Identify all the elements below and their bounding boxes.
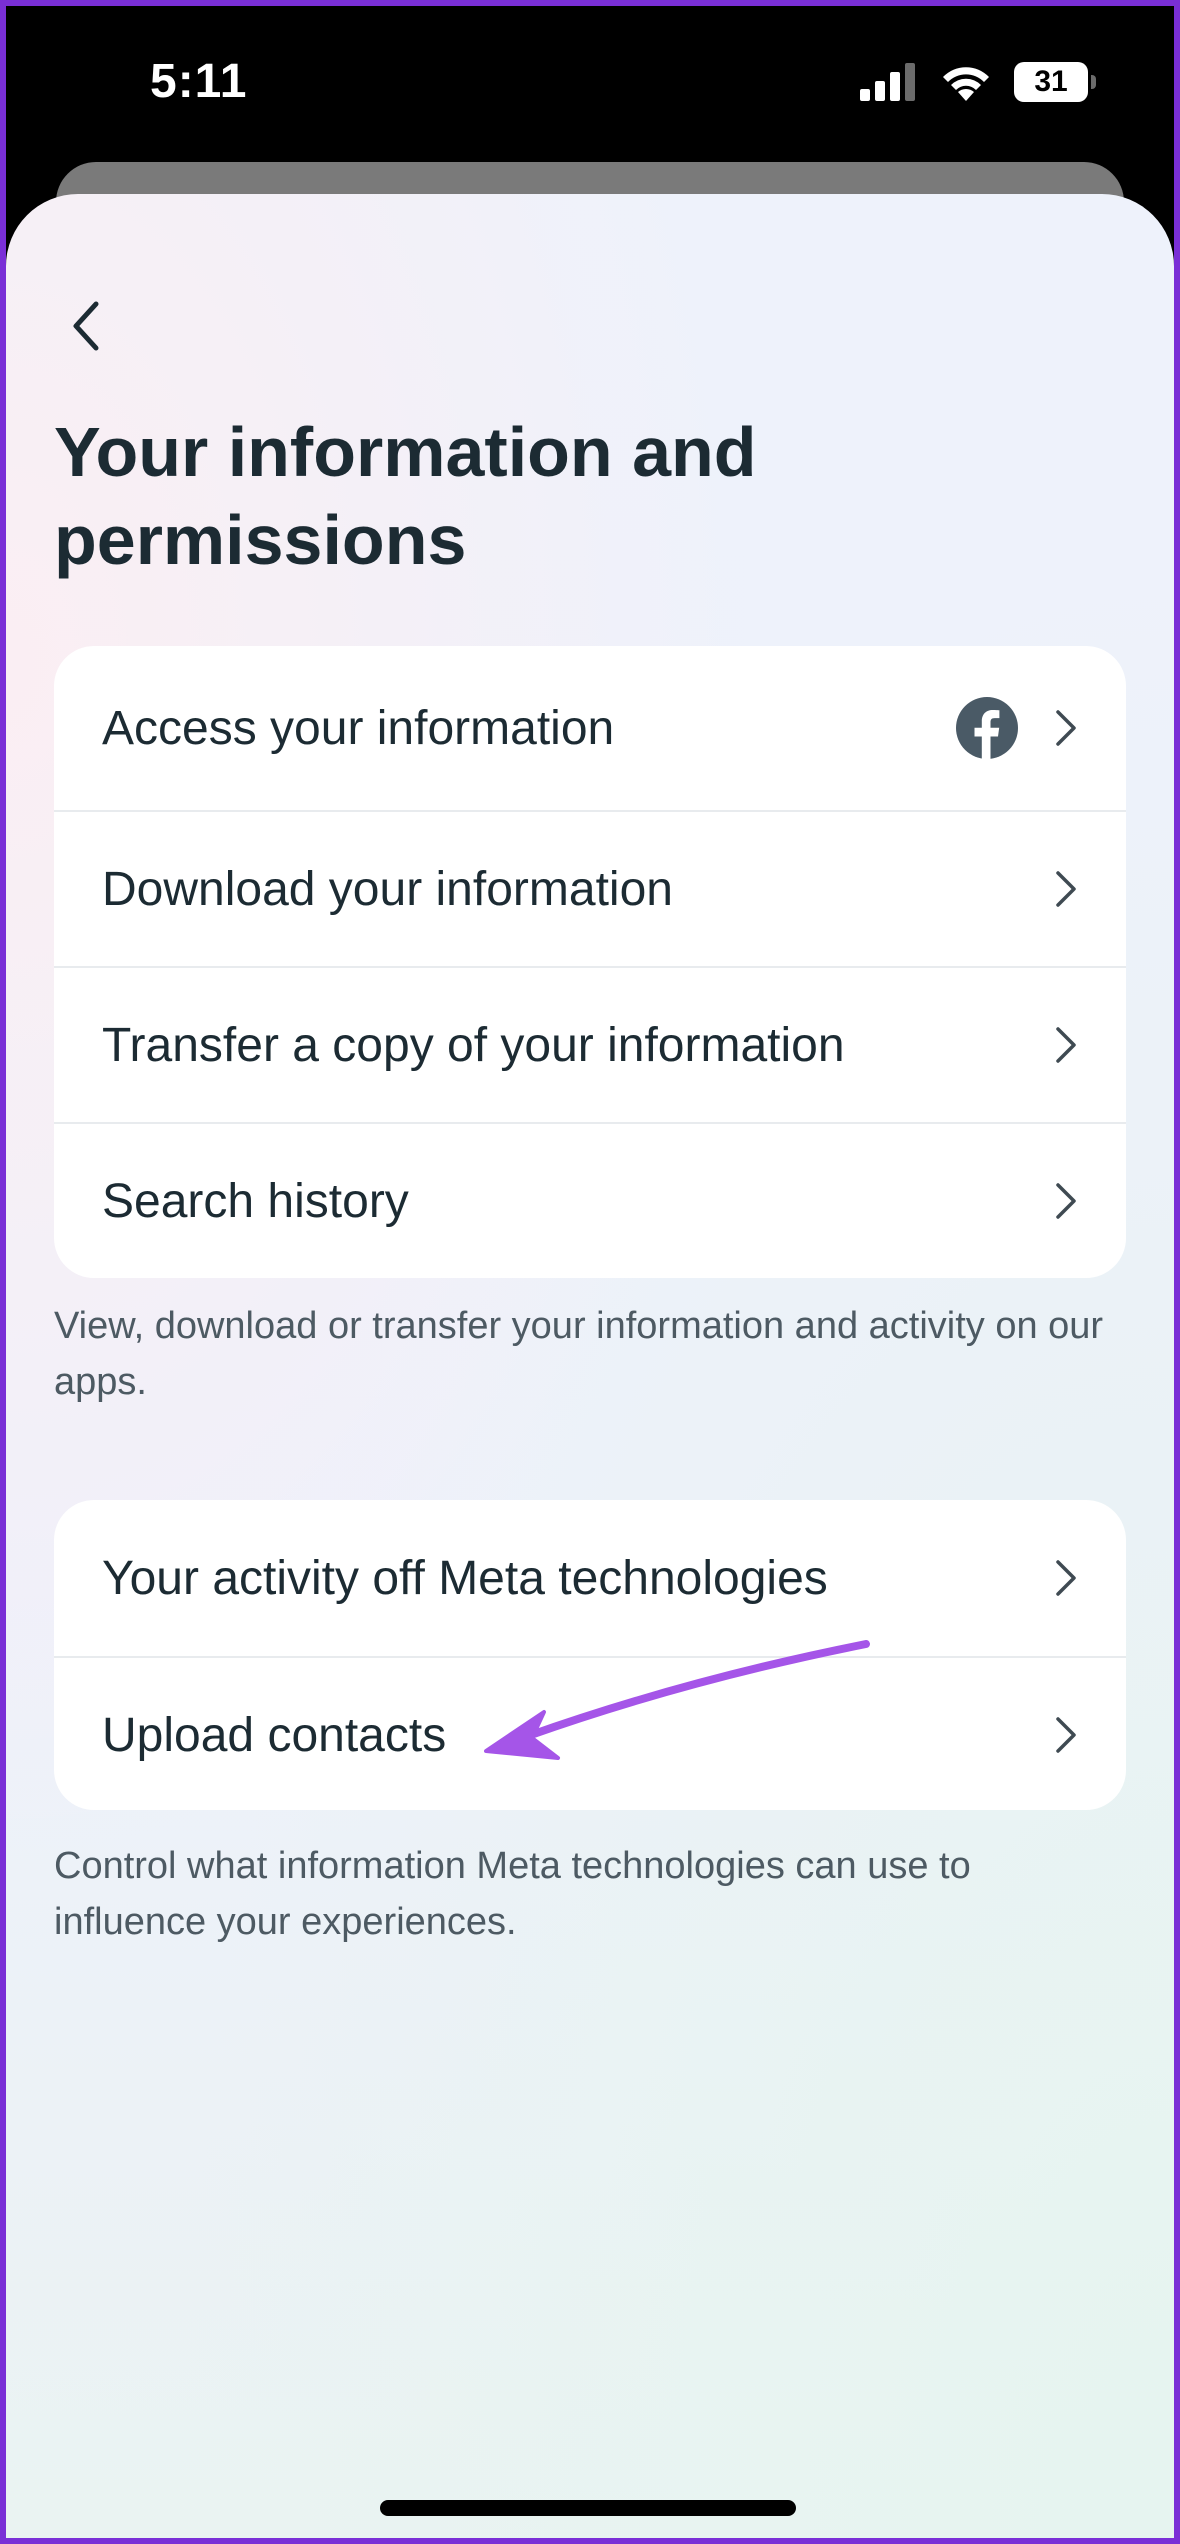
settings-sheet: Your information and permissions Access … [6,194,1174,2538]
chevron-right-icon [1056,871,1076,907]
download-your-information-item[interactable]: Download your information [54,810,1126,966]
wifi-icon [943,67,989,101]
chevron-right-icon [1056,1027,1076,1063]
chevron-left-icon [73,301,99,351]
chevron-right-icon [1056,710,1076,746]
item-label: Upload contacts [102,1708,447,1762]
access-your-information-item[interactable]: Access your information [54,646,1126,810]
battery-level: 31 [1014,62,1088,102]
home-indicator[interactable] [380,2500,796,2516]
status-bar: 5:11 31 [6,6,1174,166]
back-button[interactable] [54,286,118,366]
status-icons: 31 [860,62,1096,102]
status-time: 5:11 [150,55,248,108]
transfer-copy-item[interactable]: Transfer a copy of your information [54,966,1126,1122]
item-label: Download your information [102,862,673,916]
information-card: Access your information Download your in… [54,646,1126,1278]
phone-screen: 5:11 31 Your information and permissions… [6,6,1174,2538]
battery-icon: 31 [1014,62,1096,102]
chevron-right-icon [1056,1717,1076,1753]
item-label: Access your information [102,701,615,755]
cellular-signal-icon [860,63,915,101]
upload-contacts-item[interactable]: Upload contacts [54,1656,1126,1810]
item-label: Your activity off Meta technologies [102,1551,828,1605]
item-label: Transfer a copy of your information [102,1018,845,1072]
chevron-right-icon [1056,1560,1076,1596]
activity-card: Your activity off Meta technologies Uplo… [54,1500,1126,1810]
chevron-right-icon [1056,1183,1076,1219]
facebook-icon [956,697,1018,759]
search-history-item[interactable]: Search history [54,1122,1126,1278]
activity-caption: Control what information Meta technologi… [54,1845,971,1943]
activity-off-meta-item[interactable]: Your activity off Meta technologies [54,1500,1126,1656]
item-label: Search history [102,1174,409,1228]
information-caption: View, download or transfer your informat… [54,1305,1104,1403]
page-title: Your information and permissions [54,413,757,579]
